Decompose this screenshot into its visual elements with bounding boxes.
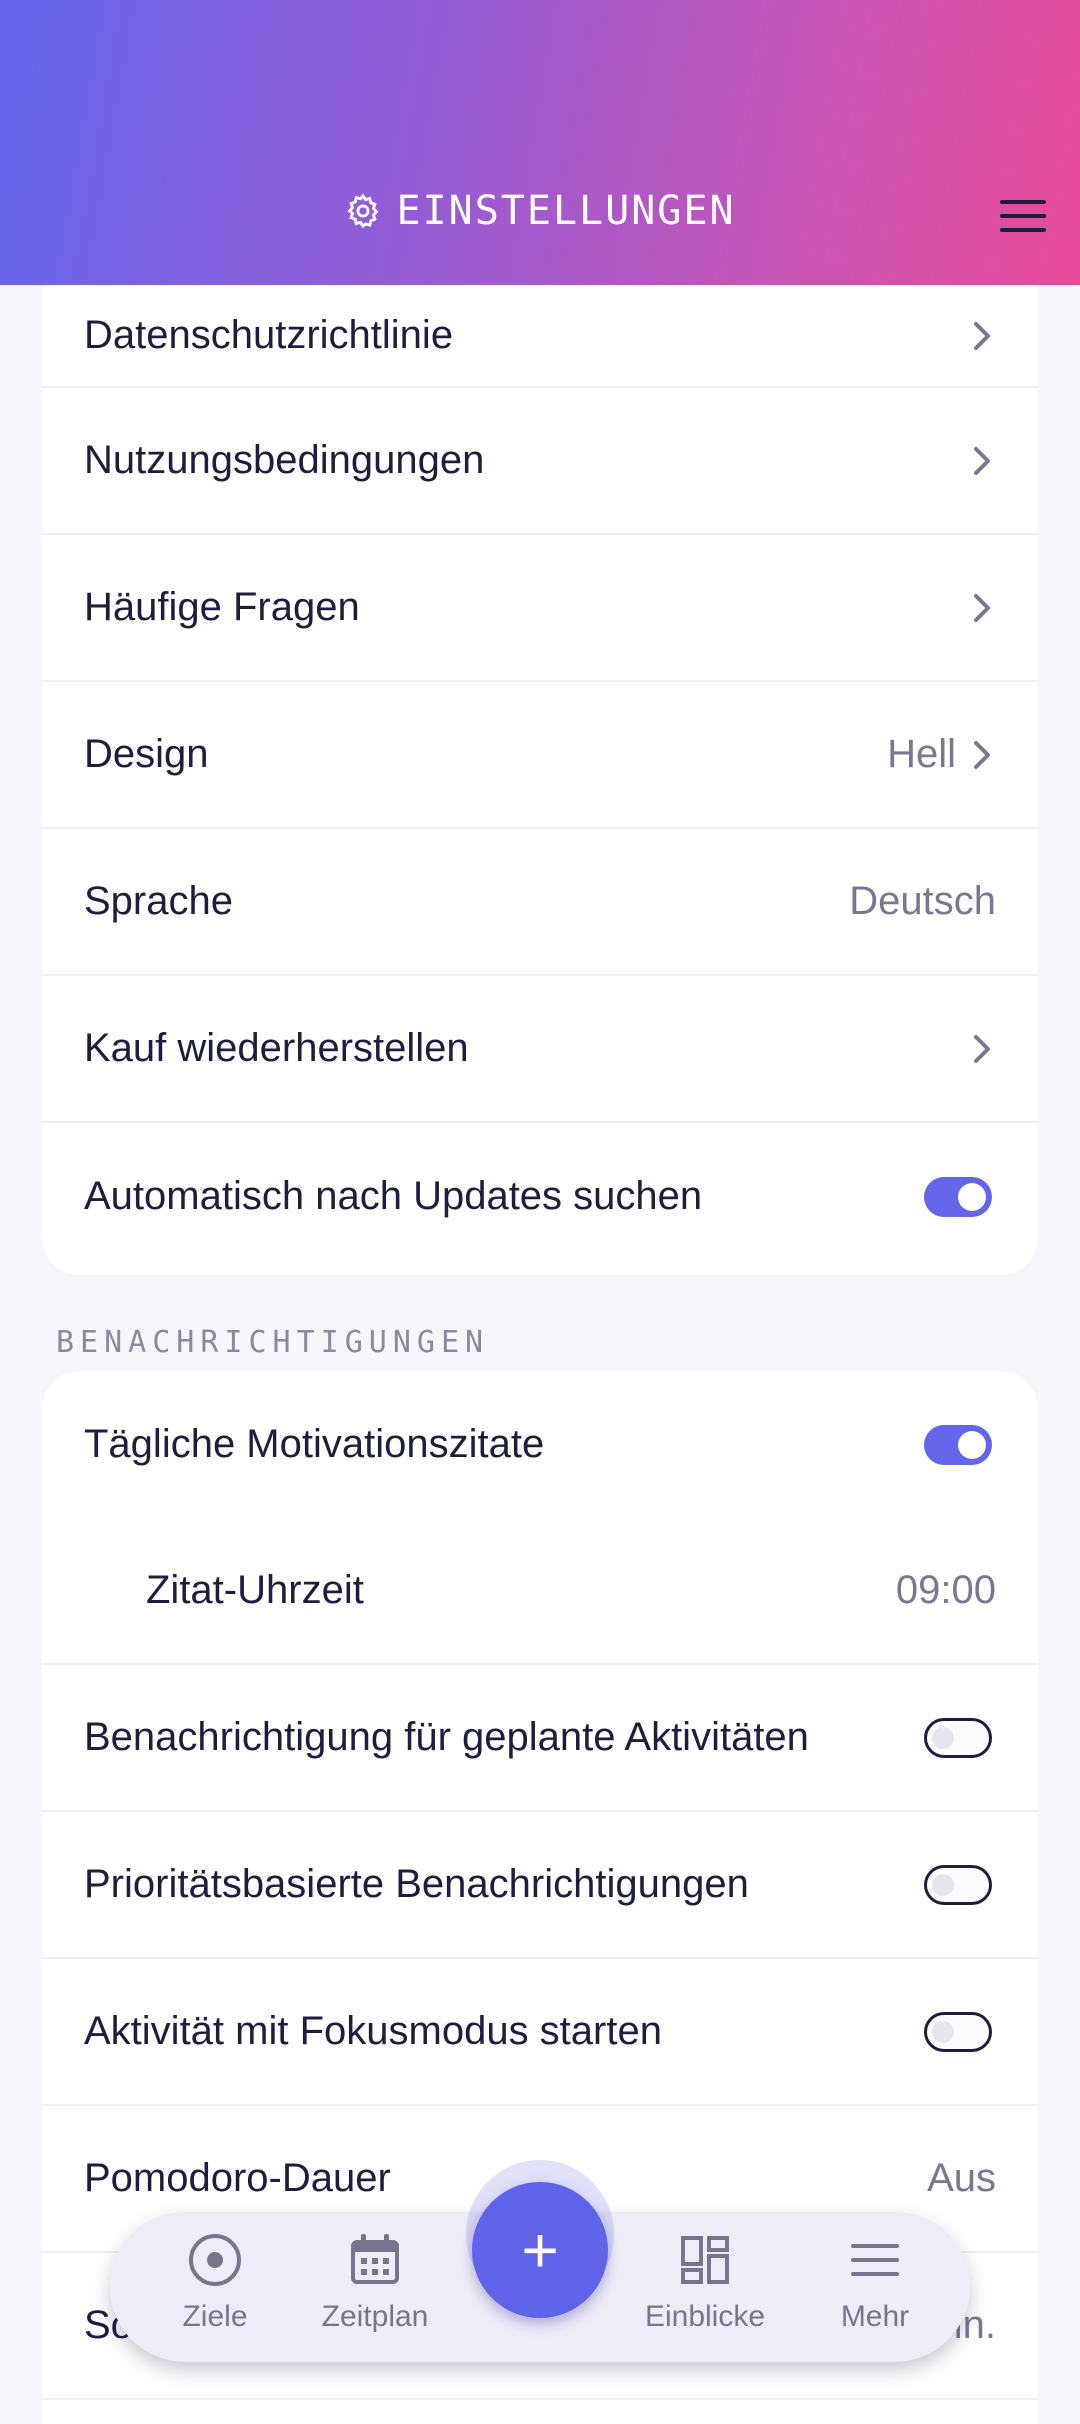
terms-of-use-row[interactable]: Nutzungsbedingungen xyxy=(42,388,1038,535)
nav-label: Zeitplan xyxy=(321,2300,429,2333)
priority-notifications-row: Prioritätsbasierte Benachrichtigungen xyxy=(42,1812,1038,1959)
row-label: Häufige Fragen xyxy=(84,585,360,629)
notifications-section-title: BENACHRICHTIGUNGEN xyxy=(56,1325,490,1360)
chevron-right-icon xyxy=(974,321,990,350)
row-label: Datenschutzrichtlinie xyxy=(84,313,454,357)
target-icon xyxy=(189,2234,241,2286)
quote-time-value: 09:00 xyxy=(895,1568,996,1612)
hamburger-icon[interactable] xyxy=(998,196,1048,236)
language-row[interactable]: Sprache Deutsch xyxy=(42,829,1038,976)
app-header: EINSTELLUNGEN xyxy=(0,0,1080,285)
nav-item-ziele[interactable]: Ziele xyxy=(140,2230,290,2350)
nav-label: Einblicke xyxy=(644,2300,766,2333)
nav-label: Ziele xyxy=(182,2300,248,2333)
design-value: Hell xyxy=(887,732,956,776)
general-settings-card: Datenschutzrichtlinie Nutzungsbedingunge… xyxy=(42,285,1038,1275)
row-label: Design xyxy=(84,732,209,776)
row-label: Automatisch nach Updates suchen xyxy=(84,1174,703,1218)
row-label: Aktivität mit Fokusmodus starten xyxy=(84,2009,662,2053)
row-label: Nutzungsbedingungen xyxy=(84,438,485,482)
header-title-group: EINSTELLUNGEN xyxy=(0,188,1080,234)
row-label: Sprache xyxy=(84,879,233,923)
chevron-right-icon xyxy=(974,593,990,622)
design-row[interactable]: Design Hell xyxy=(42,682,1038,829)
add-button[interactable]: + xyxy=(472,2182,608,2318)
calendar-icon xyxy=(351,2234,399,2284)
nav-item-zeitplan[interactable]: Zeitplan xyxy=(300,2230,450,2350)
language-value: Deutsch xyxy=(849,879,996,923)
nav-item-einblicke[interactable]: Einblicke xyxy=(630,2230,780,2350)
dashboard-icon xyxy=(681,2236,729,2284)
restore-purchase-row[interactable]: Kauf wiederherstellen xyxy=(42,976,1038,1123)
row-label: Tägliche Motivationszitate xyxy=(84,1422,545,1466)
pomodoro-value: Aus xyxy=(927,2156,996,2200)
chevron-right-icon xyxy=(974,446,990,475)
nav-label: Mehr xyxy=(840,2300,910,2333)
page-title: EINSTELLUNGEN xyxy=(396,188,736,234)
chevron-right-icon xyxy=(974,1034,990,1063)
faq-row[interactable]: Häufige Fragen xyxy=(42,535,1038,682)
nav-item-mehr[interactable]: Mehr xyxy=(800,2230,950,2350)
row-label: Prioritätsbasierte Benachrichtigungen xyxy=(84,1862,749,1906)
scheduled-activity-notification-row: Benachrichtigung für geplante Aktivitäte… xyxy=(42,1665,1038,1812)
focus-mode-row: Aktivität mit Fokusmodus starten xyxy=(42,1959,1038,2106)
focus-mode-toggle[interactable] xyxy=(924,2011,992,2052)
row-label: Kauf wiederherstellen xyxy=(84,1026,469,1070)
menu-icon xyxy=(851,2244,899,2276)
privacy-policy-row[interactable]: Datenschutzrichtlinie xyxy=(42,285,1038,388)
daily-quotes-toggle[interactable] xyxy=(924,1424,992,1465)
plus-icon: + xyxy=(521,2214,559,2286)
quote-time-row[interactable]: Zitat-Uhrzeit 09:00 xyxy=(42,1518,1038,1665)
row-label: Benachrichtigung für geplante Aktivitäte… xyxy=(84,1715,809,1759)
auto-update-toggle[interactable] xyxy=(924,1176,992,1217)
auto-update-row: Automatisch nach Updates suchen xyxy=(42,1123,1038,1270)
row-label: Zitat-Uhrzeit xyxy=(146,1568,364,1612)
scheduled-activity-toggle[interactable] xyxy=(924,1717,992,1758)
chevron-right-icon xyxy=(974,740,990,769)
daily-quotes-row: Tägliche Motivationszitate xyxy=(42,1371,1038,1518)
gear-icon xyxy=(347,193,379,229)
priority-notifications-toggle[interactable] xyxy=(924,1864,992,1905)
